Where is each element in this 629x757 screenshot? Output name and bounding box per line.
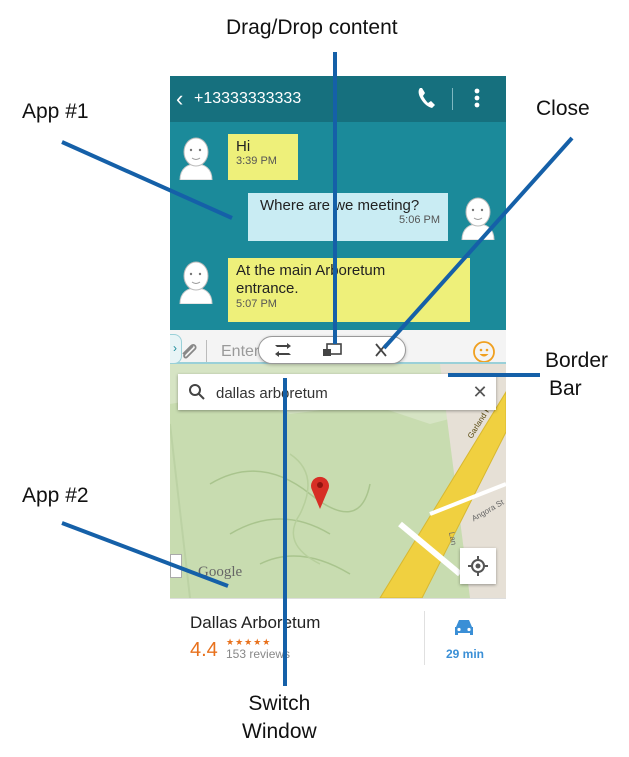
review-count: 153 reviews	[226, 647, 291, 661]
my-avatar-icon	[461, 197, 495, 240]
drive-time[interactable]: 29 min	[440, 647, 490, 661]
map-pin-icon[interactable]	[308, 474, 332, 510]
car-icon[interactable]	[452, 617, 476, 639]
callout-border-bar-line2: Bar	[549, 377, 582, 400]
border-bar-controls	[258, 336, 406, 364]
callout-app-1: App #1	[22, 100, 89, 123]
callout-drag-drop-content: Drag/Drop content	[226, 16, 398, 39]
place-rating: 4.4	[190, 639, 218, 661]
card-divider	[424, 611, 425, 665]
search-icon	[189, 384, 205, 400]
switch-window-icon[interactable]	[265, 339, 301, 361]
message-time: 5:07 PM	[236, 298, 277, 310]
phone-screen: ‹ +13333333333 Hi 3:39 PM Where are we m…	[170, 76, 506, 676]
callout-switch-window: Switch Window	[242, 690, 317, 746]
message-bubble: At the main Arboretum entrance. 5:07 PM	[228, 258, 470, 322]
map-search-box: ✕	[178, 374, 496, 410]
close-window-icon[interactable]	[363, 339, 399, 361]
message-bubble: Where are we meeting? 5:06 PM	[248, 193, 448, 241]
message-time: 5:06 PM	[399, 214, 440, 226]
contact-number: +13333333333	[194, 90, 302, 107]
place-name: Dallas Arboretum	[190, 613, 321, 632]
google-watermark: Google	[198, 564, 243, 580]
drag-drop-content-icon[interactable]	[314, 339, 350, 361]
phone-call-icon[interactable]	[414, 84, 440, 112]
side-tab-handle[interactable]: ›	[170, 334, 182, 364]
message-bubble: Hi 3:39 PM	[228, 134, 298, 180]
messaging-top-bar: ‹ +13333333333	[170, 76, 506, 122]
map-side-handle[interactable]	[170, 554, 182, 578]
callout-app-2: App #2	[22, 484, 89, 507]
my-location-icon[interactable]	[460, 548, 496, 584]
back-arrow-icon[interactable]: ‹	[176, 86, 183, 112]
callout-border-bar: Border Bar	[545, 347, 608, 403]
message-text: Where are we meeting?	[260, 197, 420, 214]
callout-border-bar-line1: Border	[545, 349, 609, 372]
place-info-card[interactable]: Dallas Arboretum 4.4 ★★★★★ 153 reviews 2…	[170, 598, 506, 676]
more-options-icon[interactable]	[470, 84, 484, 112]
contact-avatar-icon	[179, 261, 213, 304]
contact-avatar-icon	[179, 137, 213, 180]
emoji-icon[interactable]	[472, 340, 496, 364]
map-search-input[interactable]	[214, 380, 438, 406]
callout-close: Close	[536, 97, 590, 120]
clear-search-icon[interactable]: ✕	[468, 380, 492, 404]
message-time: 3:39 PM	[236, 155, 277, 167]
top-bar-divider	[452, 88, 453, 110]
callout-switch-line2: Window	[242, 720, 317, 743]
messaging-app-window: ‹ +13333333333 Hi 3:39 PM Where are we m…	[170, 76, 506, 330]
message-text: At the main Arboretum entrance.	[236, 262, 386, 297]
callout-switch-line1: Switch	[248, 692, 311, 715]
message-text: Hi	[236, 138, 251, 155]
maps-app-window: Google Garland Rd Angora St Lan ✕ Dallas…	[170, 364, 506, 676]
